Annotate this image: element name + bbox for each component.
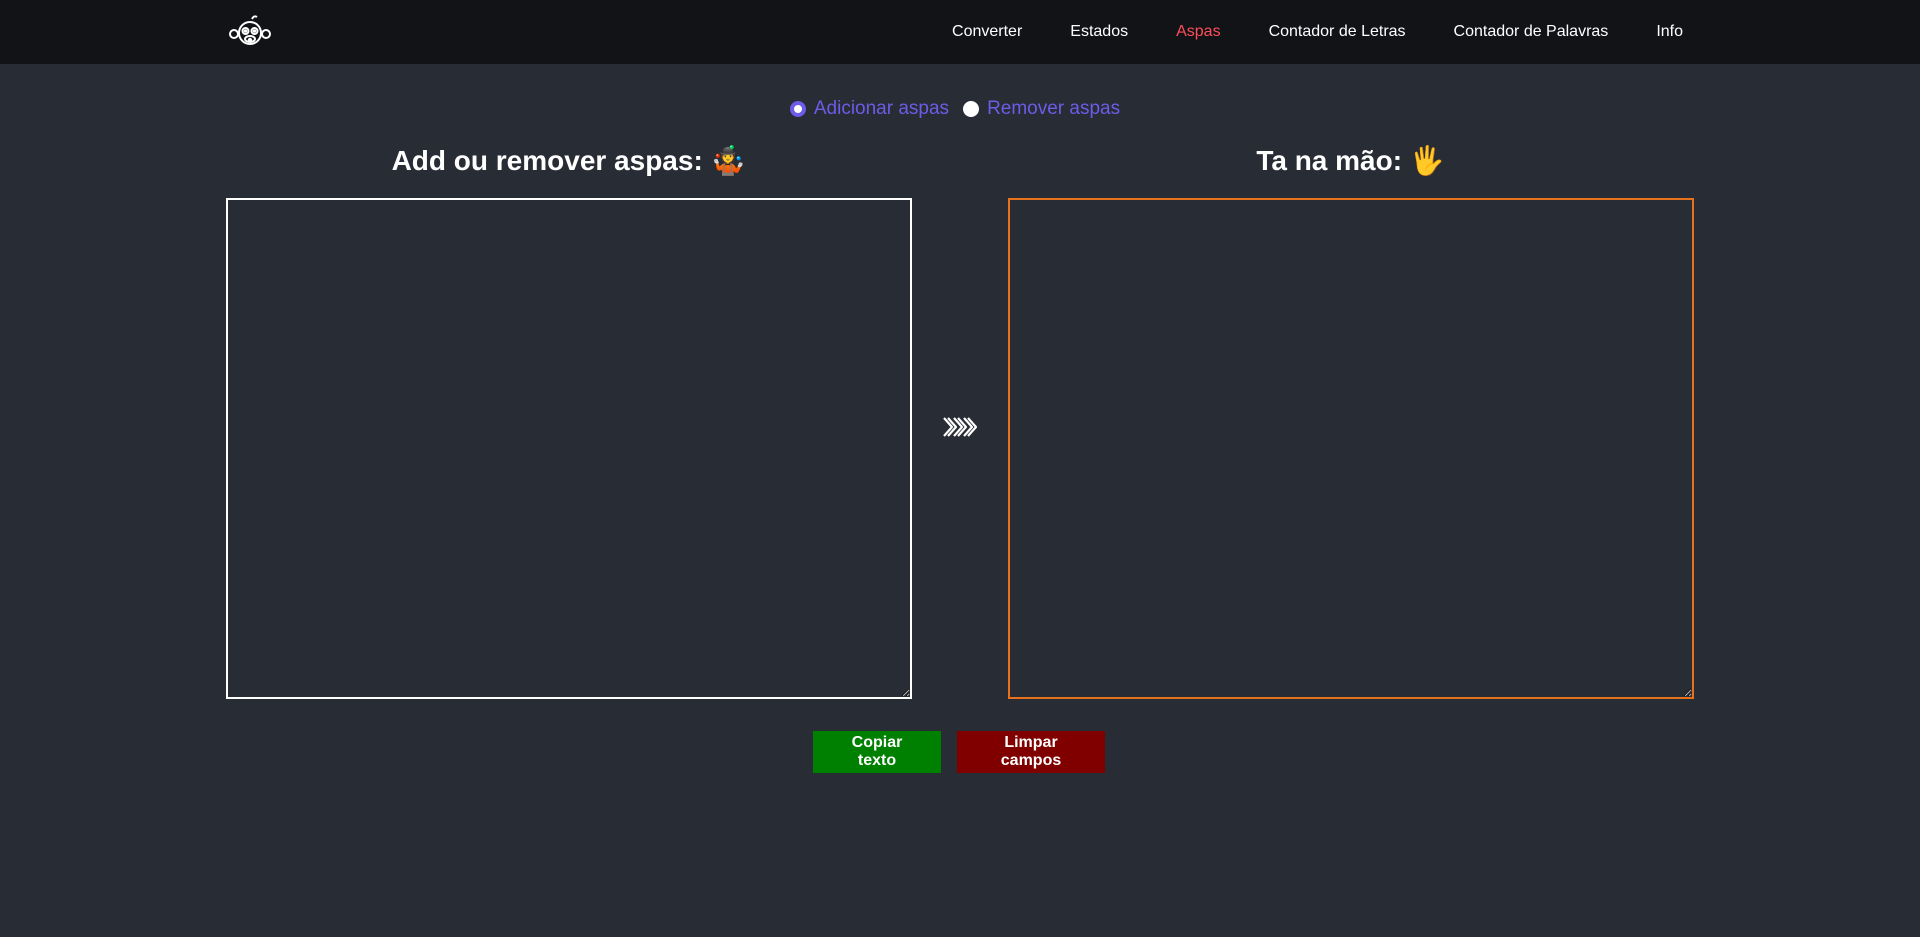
radio-adicionar-aspas[interactable]: Adicionar aspas (789, 98, 950, 120)
radio-label-remover: Remover aspas (987, 98, 1121, 119)
mode-selector: Adicionar aspas Remover aspas (0, 98, 1919, 120)
copy-text-button[interactable]: Copiar texto (813, 731, 941, 773)
triple-chevron-right-icon (942, 414, 978, 440)
nav-link-converter[interactable]: Converter (952, 23, 1022, 41)
nav-links: Converter Estados Aspas Contador de Letr… (952, 0, 1683, 64)
clear-fields-button[interactable]: Limpar campos (957, 731, 1105, 773)
nav-link-contador-de-letras[interactable]: Contador de Letras (1269, 23, 1406, 41)
nav-link-estados[interactable]: Estados (1070, 23, 1128, 41)
input-textarea[interactable] (226, 198, 912, 699)
input-heading: Add ou remover aspas: 🤹 (391, 145, 746, 176)
radio-unchecked-icon[interactable] (963, 101, 980, 117)
monkey-face-icon[interactable] (226, 14, 274, 50)
nav-link-contador-de-palavras[interactable]: Contador de Palavras (1454, 23, 1609, 41)
radio-checked-icon[interactable] (789, 101, 806, 117)
action-buttons: Copiar texto Limpar campos (0, 731, 1919, 773)
output-heading: Ta na mão: 🖐️ (1256, 145, 1445, 176)
navbar: Converter Estados Aspas Contador de Letr… (0, 0, 1920, 64)
radio-remover-aspas[interactable]: Remover aspas (963, 98, 1120, 120)
output-textarea[interactable] (1008, 198, 1694, 699)
nav-link-info[interactable]: Info (1656, 23, 1683, 41)
radio-label-adicionar: Adicionar aspas (813, 98, 950, 119)
nav-link-aspas[interactable]: Aspas (1176, 23, 1220, 41)
